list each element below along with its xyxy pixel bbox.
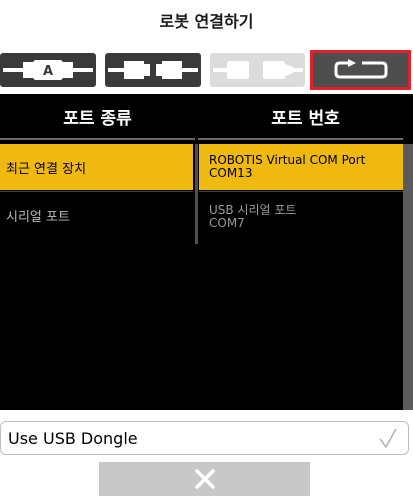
close-icon bbox=[194, 469, 215, 489]
tab-reconnect[interactable] bbox=[310, 50, 411, 90]
usb-dongle-toggle[interactable]: Use USB Dongle bbox=[0, 421, 409, 455]
port-list-scrollbar[interactable] bbox=[403, 144, 413, 410]
column-header-port-number: 포트 번호 bbox=[271, 108, 340, 129]
close-button[interactable] bbox=[99, 462, 310, 496]
cable-a-icon: A bbox=[3, 60, 93, 80]
column-header-port-type: 포트 종류 bbox=[63, 108, 132, 129]
port-type-item-serial[interactable]: 시리얼 포트 bbox=[0, 192, 193, 238]
checkmark-icon bbox=[379, 428, 397, 449]
dialog-title: 로봇 연결하기 bbox=[159, 12, 254, 31]
port-id: COM13 bbox=[209, 166, 253, 180]
cable-usb-icon bbox=[212, 61, 303, 79]
usb-dongle-label: Use USB Dongle bbox=[8, 428, 138, 448]
port-panel: 포트 종류 포트 번호 최근 연결 장치 시리얼 포트 ROBOTIS Virt… bbox=[0, 94, 413, 410]
tab-cable-a[interactable]: A bbox=[0, 53, 96, 87]
reconnect-arrow-icon bbox=[334, 59, 387, 79]
port-type-item-recent[interactable]: 최근 연결 장치 bbox=[0, 144, 193, 190]
list-divider bbox=[199, 191, 403, 192]
header-divider bbox=[198, 138, 403, 140]
port-id: COM7 bbox=[209, 216, 245, 230]
tab-cable-serial[interactable] bbox=[105, 53, 201, 87]
tab-a-label: A bbox=[43, 64, 53, 79]
cable-serial-icon bbox=[108, 61, 198, 79]
port-item[interactable]: ROBOTIS Virtual COM Port COM13 bbox=[199, 144, 403, 190]
column-divider bbox=[195, 144, 198, 244]
tab-cable-usb[interactable] bbox=[210, 53, 305, 87]
port-item[interactable]: USB 시리얼 포트 COM7 bbox=[199, 194, 403, 240]
header-divider bbox=[0, 138, 195, 140]
connection-type-tabs: A bbox=[0, 50, 413, 92]
